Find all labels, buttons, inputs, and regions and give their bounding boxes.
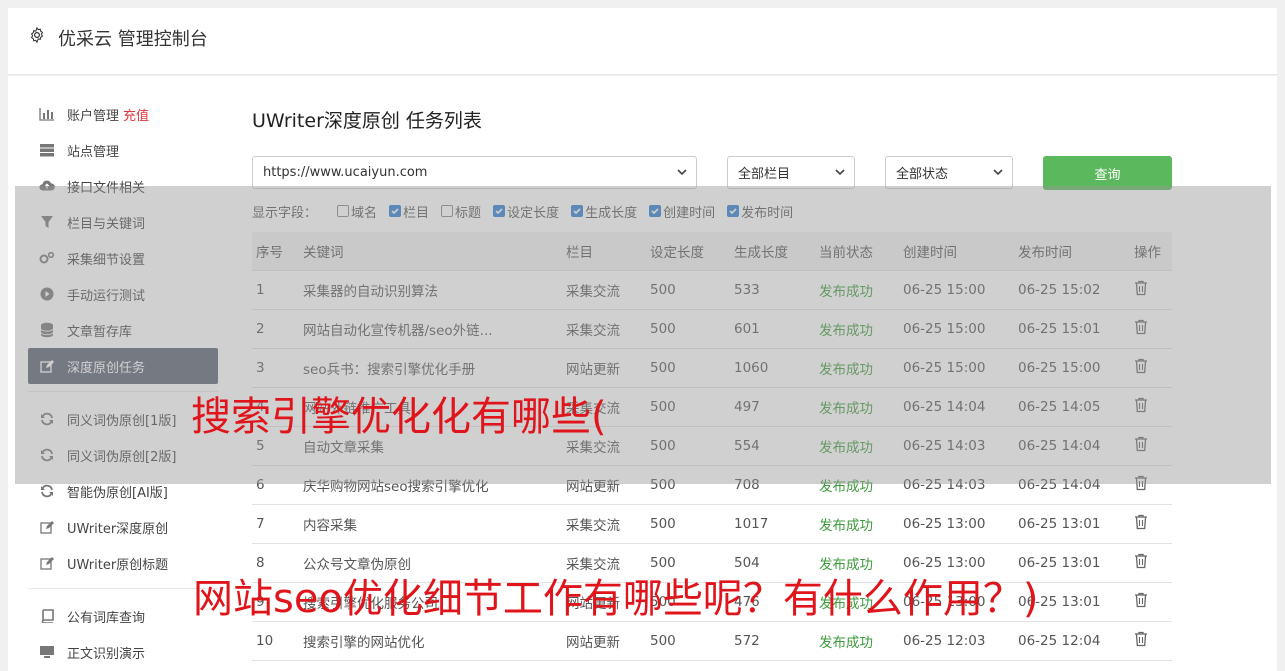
sidebar-item-account[interactable]: 账户管理 充值 <box>28 96 218 132</box>
refresh-icon <box>39 483 55 499</box>
monitor-icon <box>39 644 55 660</box>
table-cell: 06-25 13:01 <box>1018 516 1101 532</box>
table-cell: 采集交流 <box>566 518 620 534</box>
gear-icon <box>30 26 44 44</box>
sidebar-item-label: UWriter深度原创 <box>67 521 169 537</box>
sidebar-item-label: 公有词库查询 <box>67 610 146 626</box>
overlay-caption-2: 网站seo优化细节工作有哪些呢？有什么作用？) <box>193 576 1039 622</box>
chevron-down-icon <box>835 169 845 176</box>
app-title: 优采云 管理控制台 <box>58 29 208 50</box>
top-bar: 优采云 管理控制台 <box>8 8 1277 75</box>
trash-icon <box>1135 514 1147 530</box>
table-cell: 500 <box>650 633 676 649</box>
table-row: 10 搜索引擎的网站优化 网站更新 500 572 发布成功 06-25 12:03 06-2… <box>252 622 1172 661</box>
status-select[interactable]: 全部状态 <box>885 156 1013 189</box>
recharge-link[interactable]: 充值 <box>123 105 149 124</box>
chevron-down-icon <box>677 169 687 176</box>
table-cell: 06-25 12:03 <box>903 633 986 649</box>
table-cell: 10 <box>256 633 274 649</box>
delete-button[interactable] <box>1134 553 1172 573</box>
table-row: 7 内容采集 采集交流 500 1017 发布成功 06-25 13:00 06-25 13:… <box>252 505 1172 544</box>
edit-icon <box>39 555 55 571</box>
trash-icon <box>1135 592 1147 608</box>
overlay-caption-1: 搜索引擎优化化有哪些( <box>191 394 607 440</box>
site-select-value: https://www.ucaiyun.com <box>263 165 428 180</box>
query-button[interactable]: 查询 <box>1043 156 1172 190</box>
column-select-value: 全部栏目 <box>738 167 791 182</box>
server-icon <box>39 142 55 158</box>
site-select[interactable]: https://www.ucaiyun.com <box>252 156 697 189</box>
sidebar-item-uwriter-title[interactable]: UWriter原创标题 <box>28 545 218 581</box>
sidebar-item-public-lexicon[interactable]: 公有词库查询 <box>28 598 218 634</box>
sidebar-item-label: 账户管理 <box>67 108 120 124</box>
chevron-down-icon <box>993 169 1003 176</box>
delete-button[interactable] <box>1134 514 1172 534</box>
sidebar-item-uwriter-deep[interactable]: UWriter深度原创 <box>28 509 218 545</box>
sidebar-item-label: 站点管理 <box>67 144 120 160</box>
status-cell: 发布成功 <box>819 518 873 534</box>
table-cell: 内容采集 <box>303 518 357 534</box>
status-cell: 发布成功 <box>819 635 873 651</box>
table-cell: 572 <box>734 633 760 649</box>
sidebar-item-text-recognition[interactable]: 正文识别演示 <box>28 634 218 670</box>
page-title: UWriter深度原创 任务列表 <box>252 110 482 132</box>
status-select-value: 全部状态 <box>896 167 949 182</box>
delete-button[interactable] <box>1134 592 1172 612</box>
sidebar-item-label: 智能伪原创[AI版] <box>67 485 168 501</box>
table-cell: 7 <box>256 516 265 532</box>
table-cell: 1017 <box>734 516 769 532</box>
sidebar-divider <box>28 588 218 589</box>
book-icon <box>39 608 55 624</box>
delete-button[interactable] <box>1134 631 1172 651</box>
sidebar-item-sites[interactable]: 站点管理 <box>28 132 218 168</box>
column-select[interactable]: 全部栏目 <box>727 156 855 189</box>
trash-icon <box>1135 631 1147 647</box>
table-cell: 06-25 13:00 <box>903 516 986 532</box>
table-cell: 搜索引擎的网站优化 <box>303 635 425 651</box>
trash-icon <box>1135 553 1147 569</box>
sidebar-item-label: 正文识别演示 <box>67 646 146 662</box>
table-cell: 500 <box>650 516 676 532</box>
table-cell: 06-25 12:04 <box>1018 633 1101 649</box>
bar-chart-icon <box>39 106 55 122</box>
edit-icon <box>39 519 55 535</box>
table-cell: 网站更新 <box>566 635 620 651</box>
sidebar-item-label: UWriter原创标题 <box>67 557 169 573</box>
